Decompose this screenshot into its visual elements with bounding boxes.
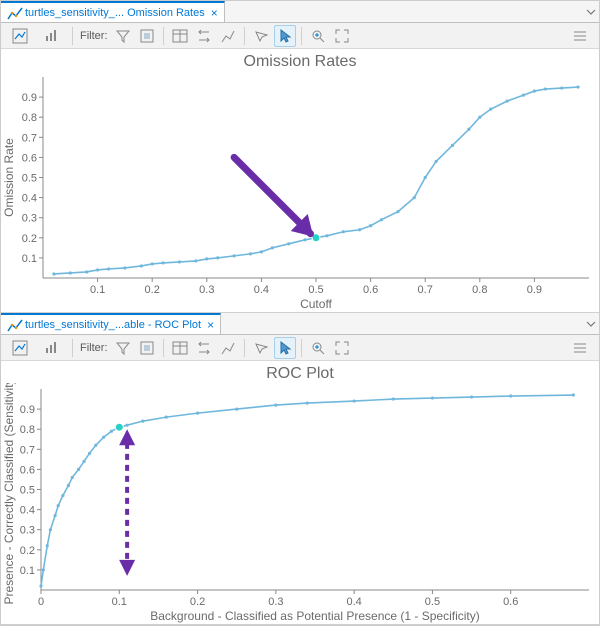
select-tool-button[interactable]	[274, 25, 296, 47]
svg-text:0.1: 0.1	[90, 284, 105, 296]
svg-text:0.9: 0.9	[20, 404, 35, 416]
svg-text:0.3: 0.3	[268, 596, 283, 608]
omission-rates-panel: turtles_sensitivity_... Omission Rates ×…	[1, 1, 599, 313]
table-button[interactable]	[169, 25, 191, 47]
stretch-button[interactable]	[217, 25, 239, 47]
chart-type-button[interactable]	[5, 25, 35, 47]
chart-icon	[7, 318, 21, 332]
toolbar-separator	[301, 339, 302, 357]
toolbar-separator	[244, 27, 245, 45]
legend-button[interactable]	[565, 25, 595, 47]
chart-type-button[interactable]	[5, 337, 35, 359]
svg-text:0.4: 0.4	[22, 193, 37, 205]
stretch-button[interactable]	[217, 337, 239, 359]
toolbar-separator	[244, 339, 245, 357]
svg-text:0.3: 0.3	[22, 213, 37, 225]
tab-strip: turtles_sensitivity_... Omission Rates ×	[1, 1, 599, 23]
filter-label: Filter:	[78, 342, 110, 354]
table-button[interactable]	[169, 337, 191, 359]
svg-text:0.7: 0.7	[20, 444, 35, 456]
filter-selection-button[interactable]	[136, 25, 158, 47]
svg-text:0.8: 0.8	[472, 284, 487, 296]
tab-label: turtles_sensitivity_...able - ROC Plot	[25, 319, 201, 331]
svg-text:0.5: 0.5	[20, 485, 35, 497]
tabstrip-menu-button[interactable]	[583, 313, 599, 334]
svg-text:0.1: 0.1	[112, 596, 127, 608]
svg-text:Presence - Correctly Classifie: Presence - Correctly Classified (Sensiti…	[2, 383, 16, 605]
axis-options-button[interactable]	[37, 337, 67, 359]
svg-text:0.8: 0.8	[20, 424, 35, 436]
svg-text:0.5: 0.5	[22, 173, 37, 185]
svg-text:0.6: 0.6	[503, 596, 518, 608]
close-icon[interactable]: ×	[211, 7, 218, 19]
svg-text:0.4: 0.4	[254, 284, 269, 296]
svg-text:0.4: 0.4	[346, 596, 361, 608]
svg-text:0.3: 0.3	[199, 284, 214, 296]
svg-text:0.5: 0.5	[425, 596, 440, 608]
svg-text:0.5: 0.5	[308, 284, 323, 296]
select-tool-button[interactable]	[274, 337, 296, 359]
clear-selection-button[interactable]	[250, 337, 272, 359]
swap-axes-button[interactable]	[193, 337, 215, 359]
svg-text:0.6: 0.6	[363, 284, 378, 296]
svg-text:0.1: 0.1	[22, 253, 37, 265]
roc-plot-panel: turtles_sensitivity_...able - ROC Plot ×…	[1, 313, 599, 625]
legend-button[interactable]	[565, 337, 595, 359]
svg-text:0.7: 0.7	[22, 132, 37, 144]
svg-text:0.9: 0.9	[22, 92, 37, 104]
filter-extent-button[interactable]	[112, 337, 134, 359]
svg-text:0.7: 0.7	[418, 284, 433, 296]
chart-title: ROC Plot	[1, 361, 599, 383]
filter-extent-button[interactable]	[112, 25, 134, 47]
svg-text:0.6: 0.6	[22, 152, 37, 164]
filter-selection-button[interactable]	[136, 337, 158, 359]
chart-toolbar: Filter:	[1, 335, 599, 361]
clear-selection-button[interactable]	[250, 25, 272, 47]
svg-text:0.2: 0.2	[145, 284, 160, 296]
svg-text:0.2: 0.2	[20, 545, 35, 557]
close-icon[interactable]: ×	[207, 319, 214, 331]
svg-text:0: 0	[38, 596, 44, 608]
svg-text:0.2: 0.2	[22, 233, 37, 245]
tabstrip-menu-button[interactable]	[583, 1, 599, 22]
chart-icon	[7, 6, 21, 20]
filter-label: Filter:	[78, 30, 110, 42]
omission-chart[interactable]: Omission Rates 0.1 0.2 0.3 0.4 0.5 0.6 0.7 0.8 0…	[1, 49, 599, 312]
toolbar-separator	[72, 27, 73, 45]
swap-axes-button[interactable]	[193, 25, 215, 47]
svg-text:Background - Classified as Pot: Background - Classified as Potential Pre…	[150, 609, 479, 623]
toolbar-separator	[301, 27, 302, 45]
tab-omission-rates[interactable]: turtles_sensitivity_... Omission Rates ×	[1, 1, 225, 22]
svg-text:0.9: 0.9	[527, 284, 542, 296]
tab-label: turtles_sensitivity_... Omission Rates	[25, 7, 205, 19]
svg-text:0.8: 0.8	[22, 112, 37, 124]
tab-strip: turtles_sensitivity_...able - ROC Plot ×	[1, 313, 599, 335]
svg-text:0.6: 0.6	[20, 464, 35, 476]
zoom-in-button[interactable]	[307, 25, 329, 47]
toolbar-separator	[163, 339, 164, 357]
zoom-full-button[interactable]	[331, 25, 353, 47]
toolbar-separator	[163, 27, 164, 45]
chart-toolbar: Filter:	[1, 23, 599, 49]
svg-text:0.2: 0.2	[190, 596, 205, 608]
svg-text:0.3: 0.3	[20, 525, 35, 537]
roc-chart[interactable]: ROC Plot 0 0.1 0.2 0.3 0.4 0.5 0.6 0.1 0.2 0.3 0.4…	[1, 361, 599, 624]
svg-text:0.4: 0.4	[20, 505, 35, 517]
zoom-full-button[interactable]	[331, 337, 353, 359]
svg-text:0.1: 0.1	[20, 565, 35, 577]
toolbar-separator	[72, 339, 73, 357]
svg-text:Cutoff: Cutoff	[300, 297, 332, 311]
zoom-in-button[interactable]	[307, 337, 329, 359]
tab-roc-plot[interactable]: turtles_sensitivity_...able - ROC Plot ×	[1, 313, 221, 334]
chart-title: Omission Rates	[1, 49, 599, 71]
axis-options-button[interactable]	[37, 25, 67, 47]
svg-text:Omission Rate: Omission Rate	[2, 138, 16, 217]
